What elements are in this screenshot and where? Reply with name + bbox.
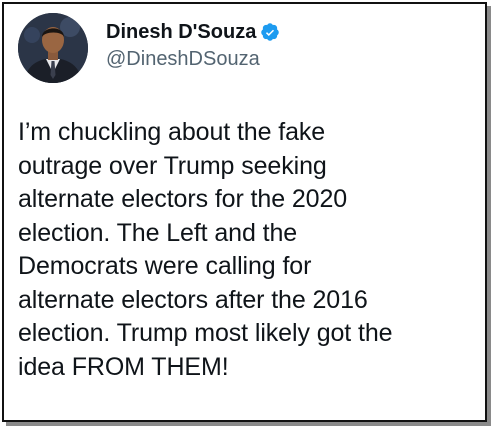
author-info: Dinesh D'Souza @DineshDSouza [106,20,280,72]
tweet-card: Dinesh D'Souza @DineshDSouza I’m chuckli… [2,2,487,422]
display-name[interactable]: Dinesh D'Souza [106,20,256,44]
tweet-header: Dinesh D'Souza @DineshDSouza [18,12,280,84]
verified-badge-icon [260,22,280,42]
avatar[interactable] [18,13,88,83]
handle[interactable]: @DineshDSouza [106,46,280,72]
tweet-text: I’m chuckling about the fake outrage ove… [18,118,393,381]
name-row: Dinesh D'Souza [106,20,280,44]
avatar-image [18,13,88,83]
